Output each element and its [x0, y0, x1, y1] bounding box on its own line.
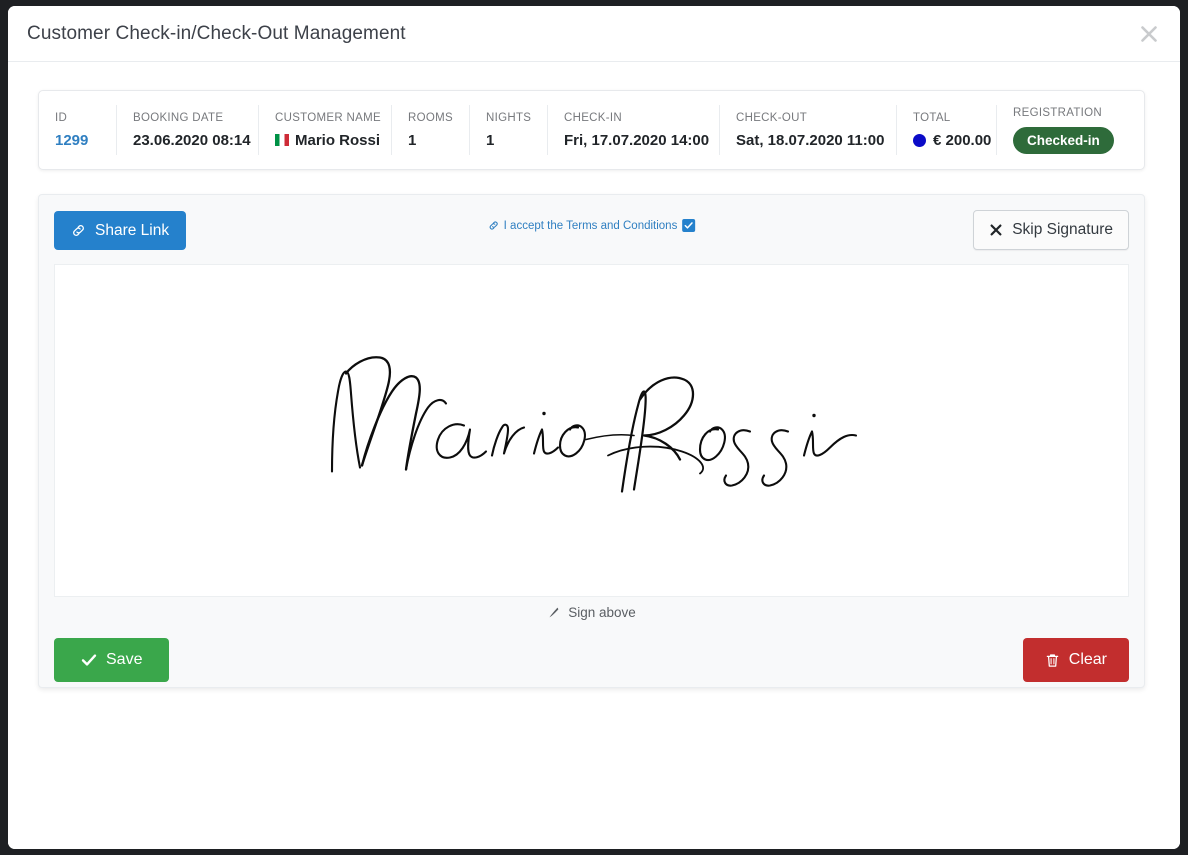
info-value-total: € 200.00: [933, 131, 992, 149]
info-value-booking-date: 23.06.2020 08:14: [133, 131, 251, 149]
check-icon: [684, 222, 693, 229]
link-icon: [73, 225, 84, 236]
info-value-customer-name: Mario Rossi: [295, 131, 381, 149]
sign-above-hint: Sign above: [54, 605, 1129, 620]
pen-icon: [549, 607, 559, 618]
clear-button[interactable]: Clear: [1022, 638, 1129, 682]
link-icon: [489, 221, 498, 230]
trash-icon: [1046, 653, 1059, 667]
info-value-registration-wrap: Checked-in: [1013, 126, 1129, 154]
payment-status-dot-icon: [913, 133, 926, 147]
info-value-check-out: Sat, 18.07.2020 11:00: [736, 131, 885, 149]
signature-drawing: [330, 355, 857, 493]
clear-button-label: Clear: [1068, 651, 1107, 668]
info-label-booking-date: BOOKING DATE: [133, 111, 224, 124]
skip-signature-button[interactable]: Skip Signature: [973, 210, 1129, 250]
info-value-rooms: 1: [408, 131, 417, 149]
info-label-check-in: CHECK-IN: [564, 111, 622, 124]
close-x-icon: [990, 224, 1002, 236]
signature-card: Share Link I accept the Terms and Condit…: [38, 194, 1145, 688]
booking-summary-card: ID 1299 BOOKING DATE 23.06.2020 08:14 CU…: [38, 90, 1145, 170]
info-label-id: ID: [55, 111, 68, 124]
info-value-id[interactable]: 1299: [55, 132, 100, 149]
info-column-nights: NIGHTS 1: [470, 105, 548, 155]
info-column-booking-date: BOOKING DATE 23.06.2020 08:14: [117, 105, 259, 155]
page-title: Customer Check-in/Check-Out Management: [27, 22, 406, 44]
info-column-check-in: CHECK-IN Fri, 17.07.2020 14:00: [548, 105, 720, 155]
skip-signature-button-label: Skip Signature: [1012, 221, 1113, 238]
terms-link[interactable]: I accept the Terms and Conditions: [504, 220, 678, 232]
signature-toolbar: Share Link I accept the Terms and Condit…: [54, 210, 1129, 251]
terms-checkbox[interactable]: [682, 219, 696, 232]
close-icon-glyph: [1141, 25, 1157, 42]
check-icon: [81, 654, 97, 666]
signature-footer: Save Clear: [54, 638, 1129, 682]
info-column-total: TOTAL € 200.00: [897, 105, 997, 155]
info-label-total: TOTAL: [913, 111, 951, 124]
info-column-rooms: ROOMS 1: [392, 105, 470, 155]
modal-header: Customer Check-in/Check-Out Management: [8, 6, 1180, 62]
info-column-customer-name: CUSTOMER NAME Mario Rossi: [259, 105, 392, 155]
status-badge: Checked-in: [1013, 126, 1114, 154]
save-button-label: Save: [106, 651, 143, 668]
info-label-rooms: ROOMS: [408, 111, 453, 124]
info-label-nights: NIGHTS: [486, 111, 532, 124]
info-column-id: ID 1299: [39, 105, 117, 155]
info-label-registration: REGISTRATION: [1013, 106, 1103, 119]
signature-canvas[interactable]: [54, 264, 1129, 597]
info-column-check-out: CHECK-OUT Sat, 18.07.2020 11:00: [720, 105, 897, 155]
share-link-button[interactable]: Share Link: [54, 210, 187, 251]
italy-flag-icon: [275, 134, 289, 146]
info-column-registration: REGISTRATION Checked-in: [997, 105, 1145, 155]
info-value-total-wrap: € 200.00: [913, 132, 991, 149]
modal-body: ID 1299 BOOKING DATE 23.06.2020 08:14 CU…: [8, 62, 1180, 849]
info-label-customer-name: CUSTOMER NAME: [275, 111, 381, 124]
info-value-check-in: Fri, 17.07.2020 14:00: [564, 131, 710, 149]
sign-above-label: Sign above: [568, 605, 636, 620]
info-value-nights: 1: [486, 131, 495, 149]
info-value-customer-name-wrap: Mario Rossi: [275, 132, 380, 149]
save-button[interactable]: Save: [54, 638, 170, 682]
close-icon[interactable]: [1134, 19, 1164, 49]
share-link-button-label: Share Link: [95, 221, 170, 239]
terms-acceptance-row: I accept the Terms and Conditions: [488, 219, 696, 232]
app-window: Customer Check-in/Check-Out Management I…: [8, 6, 1180, 849]
info-label-check-out: CHECK-OUT: [736, 111, 808, 124]
